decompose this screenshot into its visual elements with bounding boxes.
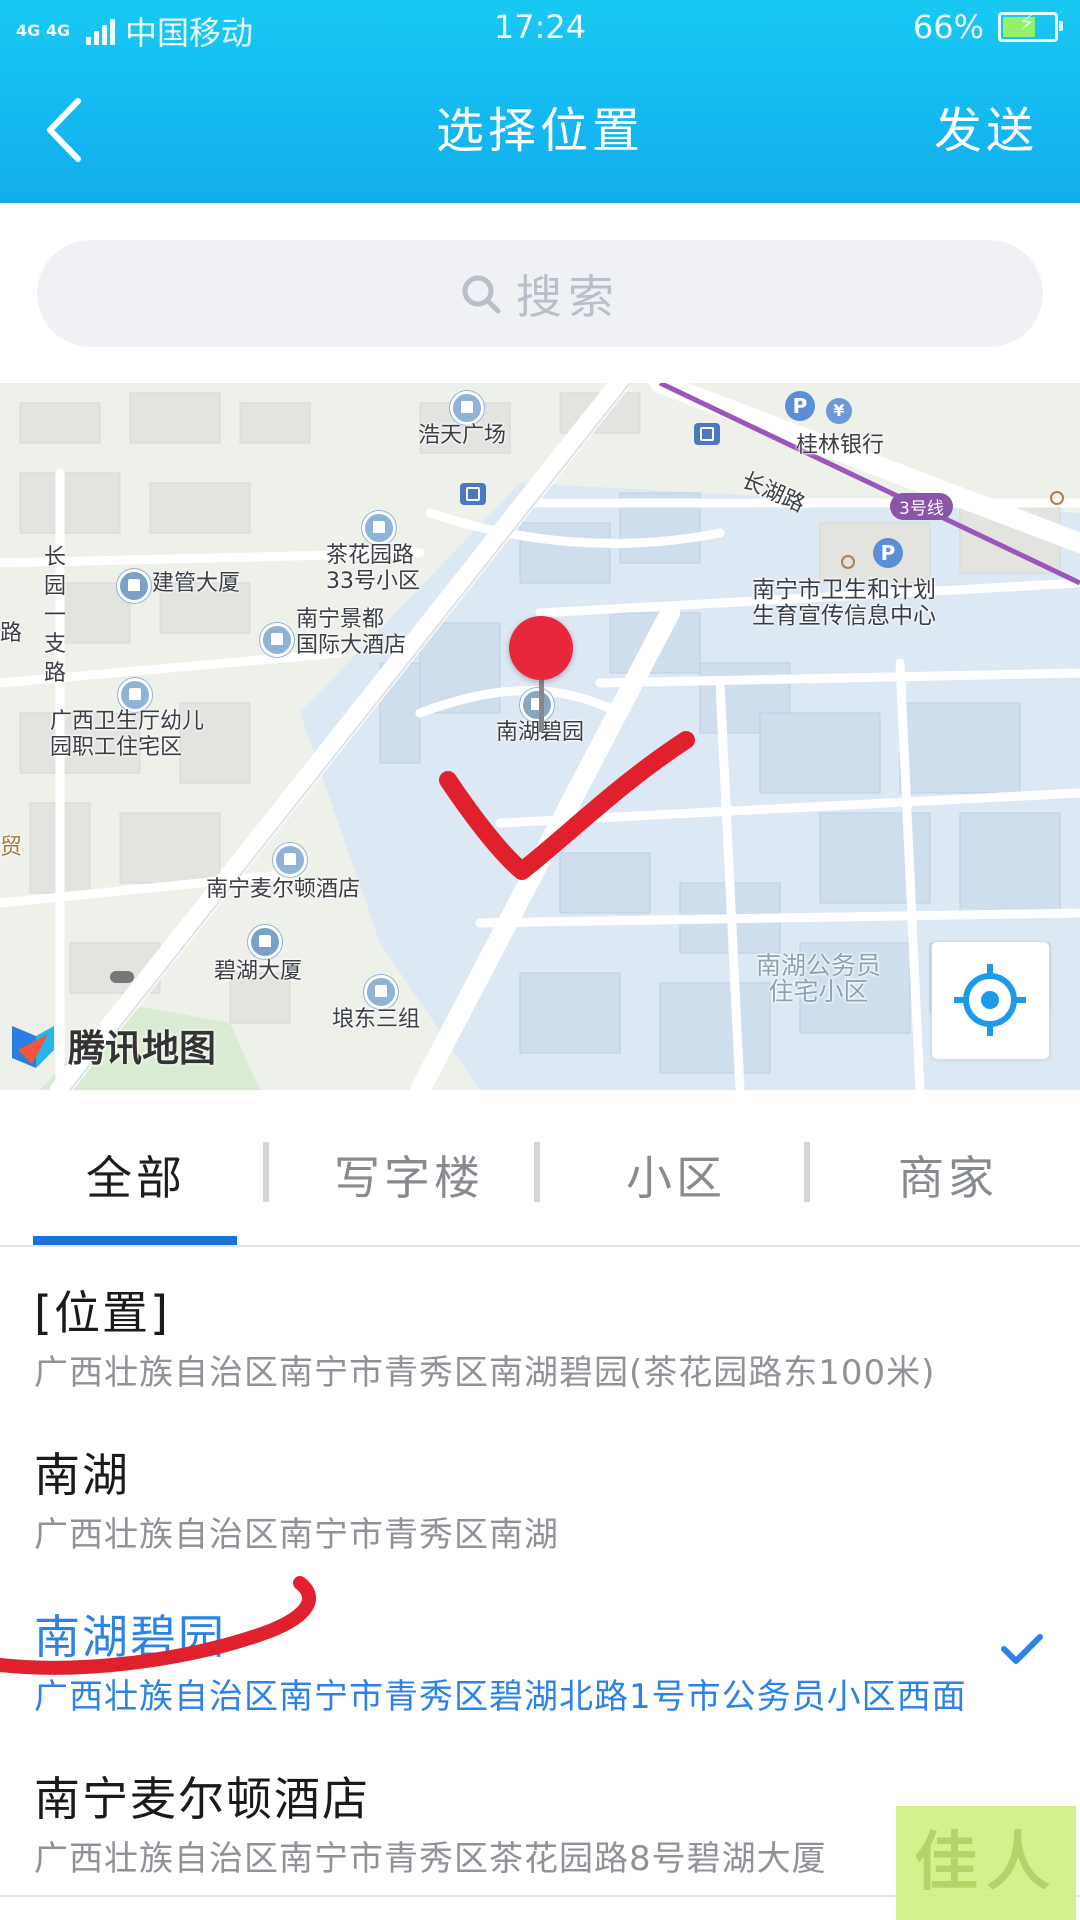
watermark-logo: 佳人 xyxy=(896,1806,1076,1920)
tab-residential[interactable]: 小区 xyxy=(626,1142,726,1208)
crosshair-icon xyxy=(954,964,1026,1036)
category-tabs: 全部 写字楼 小区 商家 xyxy=(0,1090,1080,1247)
battery-percent: 66% xyxy=(912,8,984,46)
map-provider-name: 腾讯地图 xyxy=(68,1027,216,1070)
locate-me-button[interactable] xyxy=(931,941,1050,1060)
active-tab-indicator xyxy=(33,1236,237,1245)
tab-all[interactable]: 全部 xyxy=(86,1142,186,1208)
tab-office[interactable]: 写字楼 xyxy=(334,1142,484,1208)
page-title: 选择位置 xyxy=(435,103,644,159)
location-pin-stem xyxy=(539,676,544,732)
item-address: 广西壮族自治区南宁市青秀区茶花园路8号碧湖大厦 xyxy=(34,1839,827,1879)
send-button[interactable]: 发送 xyxy=(934,91,1038,161)
list-item[interactable]: 南湖 广西壮族自治区南宁市青秀区南湖 xyxy=(0,1409,1080,1573)
item-name: [位置] xyxy=(34,1286,170,1340)
check-icon xyxy=(1001,1634,1043,1664)
annotation-underline xyxy=(0,1576,317,1675)
item-name: 南湖 xyxy=(34,1448,130,1502)
item-address: 广西壮族自治区南宁市青秀区南湖碧园(茶花园路东100米) xyxy=(34,1353,936,1393)
item-address: 广西壮族自治区南宁市青秀区南湖 xyxy=(34,1515,559,1555)
tab-merchant[interactable]: 商家 xyxy=(898,1142,998,1208)
battery-icon: ⚡ xyxy=(998,11,1063,42)
item-name: 南宁麦尔顿酒店 xyxy=(34,1772,370,1826)
search-input[interactable]: 搜索 xyxy=(37,240,1043,347)
map-view[interactable]: 浩天广场 P ¥ 桂林银行 长湖路 3号线 茶花园路 33号小区 建管大厦 长 … xyxy=(0,383,1080,1090)
map-provider-logo: 腾讯地图 xyxy=(8,1018,216,1072)
location-pin-icon[interactable] xyxy=(509,616,573,680)
search-section: 搜索 xyxy=(0,203,1080,383)
status-bar: 4G 4G 中国移动 17:24 66% ⚡ xyxy=(0,0,1080,55)
list-item-selected[interactable]: 南湖碧园 广西壮族自治区南宁市青秀区碧湖北路1号市公务员小区西面 xyxy=(0,1571,1080,1735)
search-placeholder: 搜索 xyxy=(516,269,620,324)
title-bar: 选择位置 发送 xyxy=(0,55,1080,203)
list-item[interactable]: [位置] 广西壮族自治区南宁市青秀区南湖碧园(茶花园路东100米) xyxy=(0,1247,1080,1411)
annotation-checkmark xyxy=(439,731,695,880)
tencent-map-icon xyxy=(12,1026,54,1068)
search-icon xyxy=(462,275,501,313)
app-header: 4G 4G 中国移动 17:24 66% ⚡ 选择位置 发送 xyxy=(0,0,1080,203)
